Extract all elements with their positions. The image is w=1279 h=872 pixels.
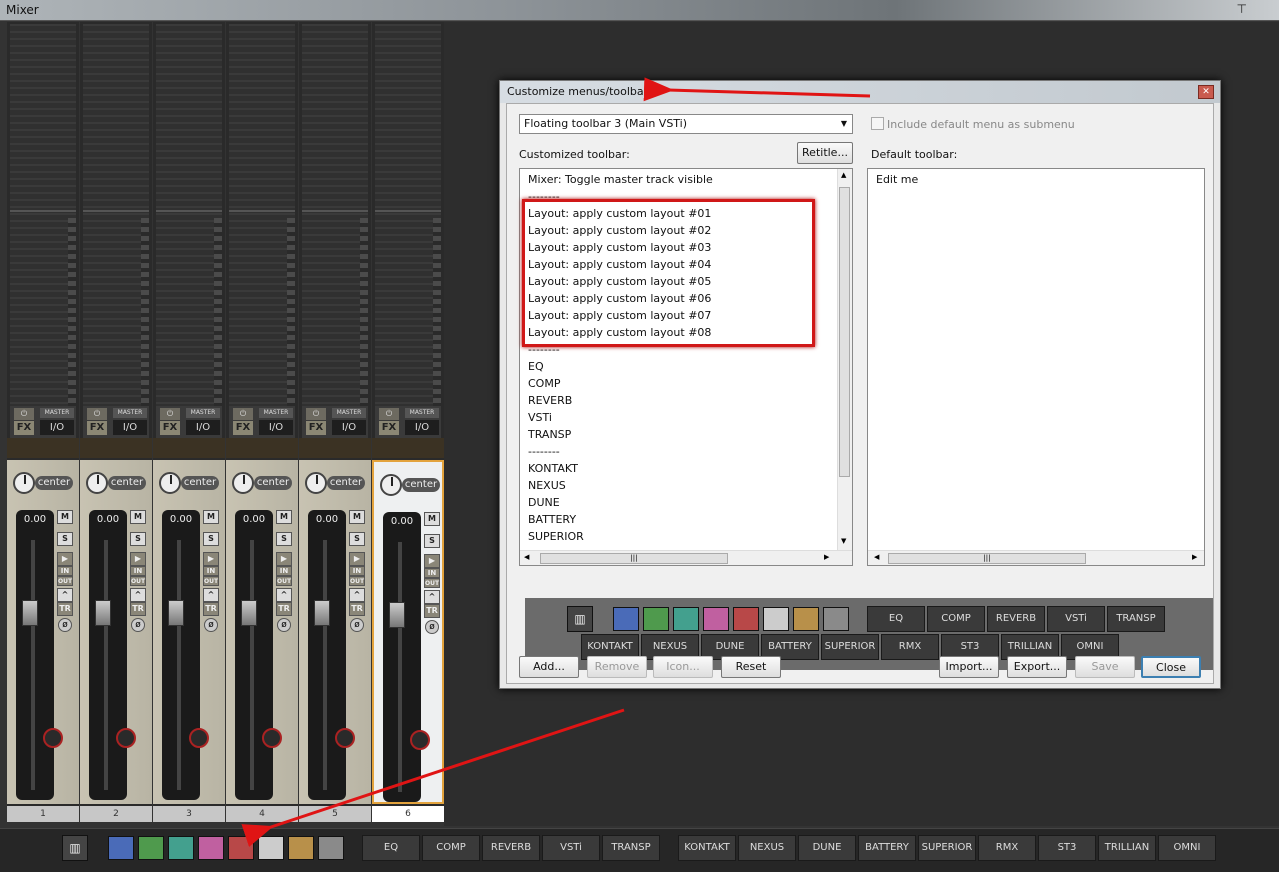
arrow-to-toolbar <box>241 708 625 847</box>
annotation-arrows <box>241 77 871 847</box>
arrow-to-dialog-title <box>643 77 871 102</box>
reaper-window: Mixer ⊤ ⏻ FX MASTER I/O center 0.00 M S ▶ IN OUT ^ T… <box>0 0 1279 872</box>
